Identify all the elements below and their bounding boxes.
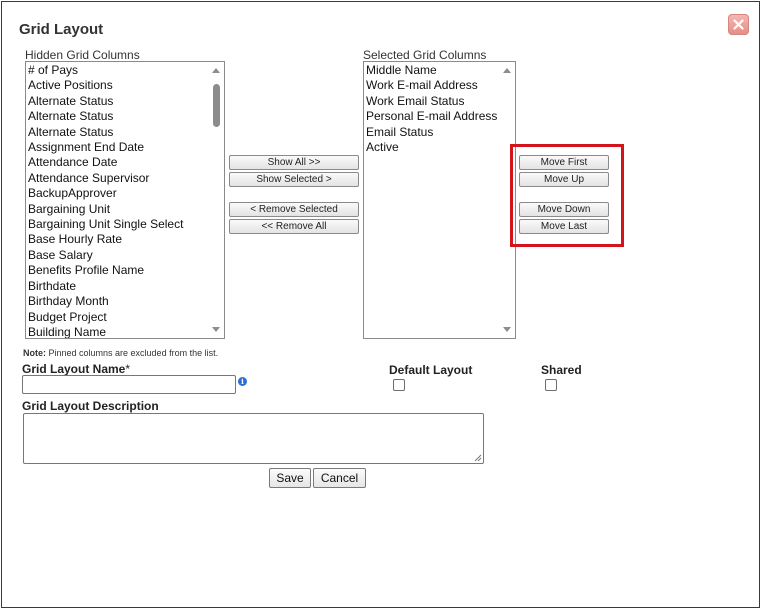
hidden-column-option[interactable]: Base Salary	[26, 248, 224, 263]
hidden-column-option[interactable]: Alternate Status	[26, 125, 224, 140]
grid-layout-description-textarea[interactable]	[23, 413, 484, 464]
cancel-button[interactable]: Cancel	[313, 468, 366, 488]
hidden-column-option[interactable]: Base Hourly Rate	[26, 232, 224, 247]
move-up-button[interactable]: Move Up	[519, 172, 609, 187]
scroll-up-arrow-icon[interactable]	[503, 68, 511, 73]
default-layout-checkbox[interactable]	[393, 379, 405, 391]
pinned-columns-note: Note: Pinned columns are excluded from t…	[23, 348, 218, 358]
selected-column-option[interactable]: Middle Name	[364, 63, 515, 78]
show-selected-button[interactable]: Show Selected >	[229, 172, 359, 187]
move-first-button[interactable]: Move First	[519, 155, 609, 170]
close-x-icon	[733, 19, 744, 30]
selected-column-option[interactable]: Active	[364, 140, 515, 155]
hidden-column-option[interactable]: Birthday Month	[26, 294, 224, 309]
selected-column-option[interactable]: Email Status	[364, 125, 515, 140]
scroll-down-arrow-icon[interactable]	[212, 327, 220, 332]
selected-column-option[interactable]: Personal E-mail Address	[364, 109, 515, 124]
hidden-column-option[interactable]: Attendance Date	[26, 155, 224, 170]
resize-grip-icon[interactable]	[474, 454, 482, 462]
hidden-column-option[interactable]: Alternate Status	[26, 94, 224, 109]
shared-label: Shared	[541, 363, 582, 377]
hidden-column-option[interactable]: Alternate Status	[26, 109, 224, 124]
move-down-button[interactable]: Move Down	[519, 202, 609, 217]
description-text	[24, 414, 483, 418]
selected-columns-label: Selected Grid Columns	[363, 48, 487, 62]
shared-checkbox[interactable]	[545, 379, 557, 391]
hidden-column-option[interactable]: Budget Project	[26, 310, 224, 325]
info-icon[interactable]: i	[238, 377, 247, 386]
hidden-column-option[interactable]: Birthdate	[26, 279, 224, 294]
selected-columns-listbox[interactable]: Middle Name Work E-mail Address Work Email…	[363, 61, 516, 339]
show-all-button[interactable]: Show All >>	[229, 155, 359, 170]
hidden-columns-listbox[interactable]: # of Pays Active Positions Alternate Statu…	[25, 61, 225, 339]
default-layout-label: Default Layout	[389, 363, 473, 377]
grid-layout-description-label: Grid Layout Description	[22, 399, 159, 413]
hidden-column-option[interactable]: Bargaining Unit	[26, 202, 224, 217]
hidden-column-option[interactable]: BackupApprover	[26, 186, 224, 201]
save-button[interactable]: Save	[269, 468, 311, 488]
close-button[interactable]	[728, 14, 749, 35]
selected-column-option[interactable]: Work Email Status	[364, 94, 515, 109]
scroll-thumb[interactable]	[213, 84, 220, 127]
grid-layout-name-input[interactable]	[22, 375, 236, 394]
hidden-column-option[interactable]: # of Pays	[26, 63, 224, 78]
grid-layout-name-label: Grid Layout Name*	[22, 362, 130, 376]
hidden-column-option[interactable]: Benefits Profile Name	[26, 263, 224, 278]
scroll-up-arrow-icon[interactable]	[212, 68, 220, 73]
required-marker: *	[125, 362, 131, 376]
hidden-column-option[interactable]: Bargaining Unit Single Select	[26, 217, 224, 232]
hidden-column-option[interactable]: Attendance Supervisor	[26, 171, 224, 186]
hidden-columns-scrollbar[interactable]	[209, 62, 224, 338]
hidden-column-option[interactable]: Building Name	[26, 325, 224, 338]
note-text: Pinned columns are excluded from the lis…	[46, 348, 219, 358]
hidden-columns-label: Hidden Grid Columns	[25, 48, 140, 62]
scroll-down-arrow-icon[interactable]	[503, 327, 511, 332]
move-last-button[interactable]: Move Last	[519, 219, 609, 234]
name-label-text: Grid Layout Name	[22, 362, 126, 376]
remove-selected-button[interactable]: < Remove Selected	[229, 202, 359, 217]
remove-all-button[interactable]: << Remove All	[229, 219, 359, 234]
hidden-column-option[interactable]: Assignment End Date	[26, 140, 224, 155]
selected-column-option[interactable]: Work E-mail Address	[364, 78, 515, 93]
hidden-column-option[interactable]: Active Positions	[26, 78, 224, 93]
grid-layout-dialog: Grid Layout Hidden Grid Columns # of Pay…	[1, 1, 760, 608]
dialog-title: Grid Layout	[19, 21, 104, 38]
note-prefix: Note:	[23, 348, 46, 358]
